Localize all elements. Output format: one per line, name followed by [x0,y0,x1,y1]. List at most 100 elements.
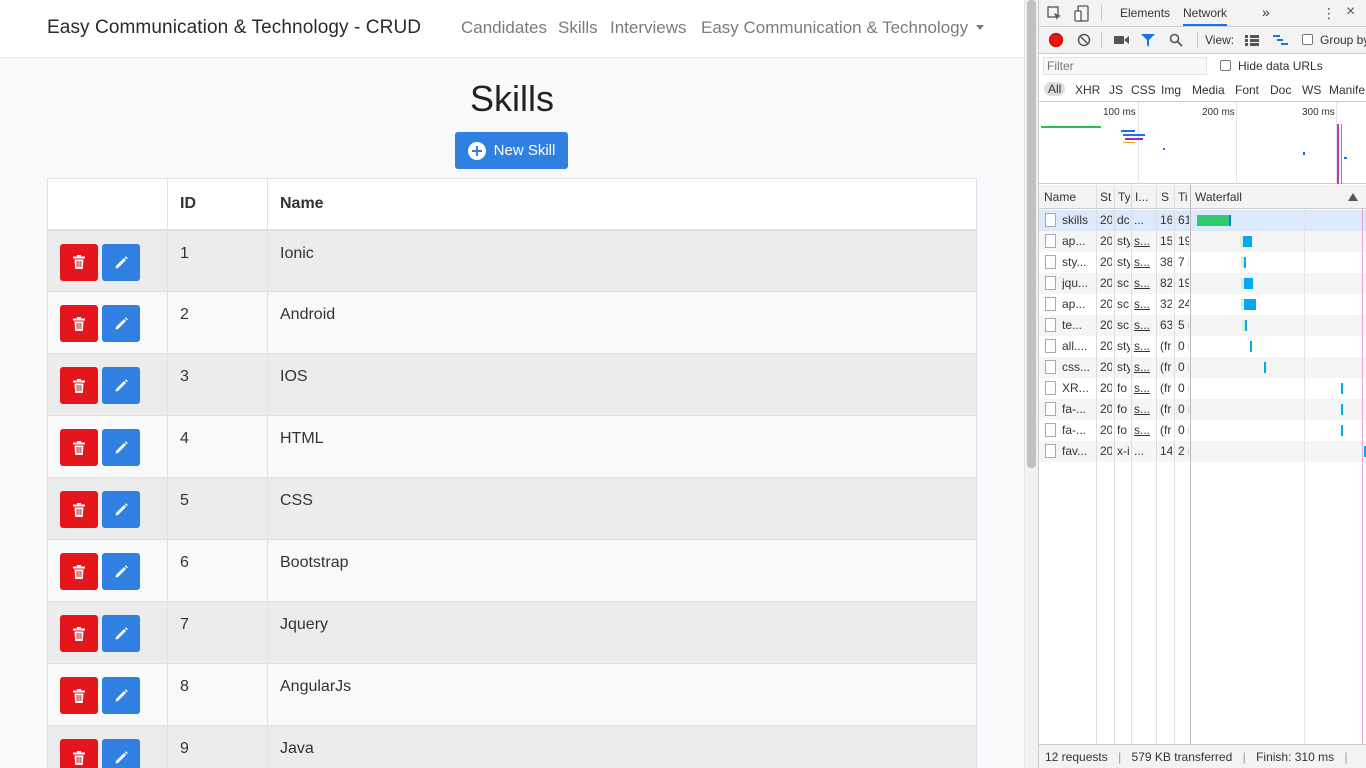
nav-link-skills[interactable]: Skills [558,18,598,38]
hide-data-urls-checkbox[interactable] [1220,60,1231,71]
filter-icon[interactable] [1141,34,1155,47]
table-row: 9 Java [47,725,977,768]
type-filter-media[interactable]: Media [1192,83,1225,97]
overview-bar [1303,152,1305,155]
more-tabs-button[interactable]: » [1262,4,1270,20]
large-rows-icon[interactable] [1245,35,1259,46]
edit-button[interactable] [102,615,140,652]
trash-icon [73,688,85,703]
table-row: 4 HTML [47,415,977,478]
type-filter-img[interactable]: Img [1161,83,1181,97]
skills-table: ID Name 1 Ionic 2 Android 3 IOS 4 HTML 5 CSS 6 Boot… [47,178,977,768]
request-row[interactable]: ap... 20 sty s... 15 19 [1039,231,1366,252]
page-scrollbar-thumb[interactable] [1027,0,1036,468]
row-actions [47,725,168,768]
new-skill-button[interactable]: New Skill [455,132,568,169]
record-icon[interactable] [1049,33,1063,47]
edit-button[interactable] [102,367,140,404]
edit-button[interactable] [102,553,140,590]
type-filter-font[interactable]: Font [1235,83,1259,97]
delete-button[interactable] [60,677,98,714]
request-row[interactable]: jqu... 20 sc s... 82 19 [1039,273,1366,294]
navbar-brand[interactable]: Easy Communication & Technology - CRUD [47,17,421,39]
edit-button[interactable] [102,491,140,528]
request-type: x-i [1117,444,1130,458]
page-scrollbar[interactable] [1024,0,1038,768]
type-filter-xhr[interactable]: XHR [1075,83,1100,97]
edit-button[interactable] [102,243,140,281]
video-camera-icon[interactable] [1114,35,1129,45]
delete-button[interactable] [60,243,98,281]
nav-link-candidates[interactable]: Candidates [461,18,547,38]
column-type[interactable]: Ty [1118,190,1130,204]
column-time[interactable]: Ti [1178,190,1190,204]
tab-elements[interactable]: Elements [1120,6,1170,20]
nav-dropdown-company[interactable]: Easy Communication & Technology [701,18,985,38]
waterfall-load-line [1362,209,1363,744]
overview-bar [1041,126,1101,128]
toolbar-divider-2 [1197,32,1198,48]
close-devtools-icon[interactable]: × [1346,3,1355,21]
column-name[interactable]: Name [1044,190,1094,204]
file-icon [1045,255,1056,269]
edit-button[interactable] [102,739,140,768]
inspect-element-icon[interactable] [1047,6,1063,22]
delete-button[interactable] [60,553,98,590]
type-filter-manifest[interactable]: Manife [1329,83,1365,97]
column-status[interactable]: St [1100,190,1112,204]
edit-button[interactable] [102,677,140,714]
filter-input[interactable] [1043,57,1207,75]
request-row[interactable]: te... 20 sc s... 63 5 r [1039,315,1366,336]
request-initiator: s... [1134,381,1151,395]
edit-button[interactable] [102,429,140,466]
delete-button[interactable] [60,739,98,768]
request-name: fa-... [1062,402,1087,416]
type-filter-doc[interactable]: Doc [1270,83,1291,97]
tab-network[interactable]: Network [1183,6,1228,26]
delete-button[interactable] [60,367,98,404]
overview-tick-300: 300 ms [1302,107,1335,118]
type-filter-css[interactable]: CSS [1131,83,1156,97]
group-by-checkbox[interactable] [1302,34,1313,45]
network-overview[interactable]: 100 ms 200 ms 300 ms [1039,102,1366,184]
request-row[interactable]: css... 20 sty s... (fr 0 r [1039,357,1366,378]
overview-bar [1121,130,1135,132]
type-filter-all[interactable]: All [1044,82,1066,96]
clear-icon[interactable] [1077,33,1091,47]
search-icon[interactable] [1169,33,1183,47]
delete-button[interactable] [60,429,98,466]
delete-button[interactable] [60,491,98,528]
request-row[interactable]: fa-... 20 fo s... (fr 0 r [1039,420,1366,441]
request-size: 32 [1160,297,1172,311]
edit-button[interactable] [102,305,140,342]
cell-id: 6 [167,539,268,602]
delete-button[interactable] [60,615,98,652]
type-filter-ws[interactable]: WS [1302,83,1321,97]
request-type: fo [1117,402,1128,416]
request-row[interactable]: XR... 20 fo s... (fr 0 r [1039,378,1366,399]
navbar: Easy Communication & Technology - CRUD C… [0,0,1024,57]
column-initiator[interactable]: I... [1135,190,1153,204]
kebab-menu-icon[interactable]: ⋮ [1322,5,1336,22]
request-row[interactable]: skills 20 dc... 16 61 [1039,210,1366,231]
nav-link-interviews[interactable]: Interviews [610,18,687,38]
request-name: jqu... [1062,276,1089,290]
request-time: 2 r [1178,444,1189,458]
sort-ascending-icon[interactable] [1348,193,1358,201]
request-status: 20 [1100,234,1112,248]
request-row[interactable]: ap... 20 sc s... 32 24 [1039,294,1366,315]
request-time: 7 r [1178,255,1189,269]
request-row[interactable]: fav... 20 x-i... 14 2 r [1039,441,1366,462]
type-filter-js[interactable]: JS [1109,83,1123,97]
request-status: 20 [1100,423,1112,437]
column-size[interactable]: S [1161,190,1173,204]
request-row[interactable]: fa-... 20 fo s... (fr 0 r [1039,399,1366,420]
nav-dropdown-label: Easy Communication & Technology [701,18,969,37]
request-row[interactable]: sty... 20 sty s... 38 7 r [1039,252,1366,273]
device-toolbar-icon[interactable] [1074,5,1090,22]
delete-button[interactable] [60,305,98,342]
waterfall-bar [1244,257,1246,268]
waterfall-view-icon[interactable] [1273,35,1288,46]
column-waterfall[interactable]: Waterfall [1195,190,1335,204]
request-row[interactable]: all.... 20 sty s... (fr 0 r [1039,336,1366,357]
